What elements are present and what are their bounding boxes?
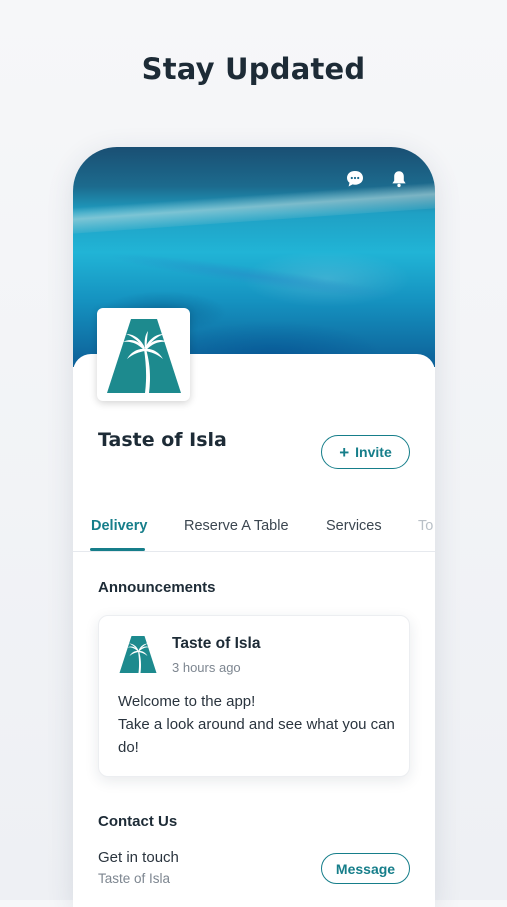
business-name: Taste of Isla (98, 429, 227, 451)
invite-label: Invite (355, 444, 392, 460)
palm-tree-logo-icon (119, 636, 157, 673)
announcements-title: Announcements (98, 579, 216, 596)
tab-services[interactable]: Services (326, 518, 382, 534)
active-tab-indicator (90, 548, 145, 551)
chat-icon[interactable] (345, 169, 365, 189)
page-headline: Stay Updated (141, 52, 366, 86)
invite-button[interactable]: + Invite (321, 435, 410, 469)
bell-icon[interactable] (389, 169, 409, 189)
post-body-line: Take a look around and see what you can … (118, 716, 395, 756)
contact-title: Contact Us (98, 813, 178, 830)
post-timestamp: 3 hours ago (172, 660, 241, 675)
palm-tree-logo-icon (106, 318, 181, 393)
announcement-card[interactable]: Taste of Isla 3 hours ago Welcome to the… (98, 615, 410, 777)
post-body-line: Welcome to the app! (118, 693, 256, 710)
tab-reserve-a-table[interactable]: Reserve A Table (184, 518, 289, 534)
tab-more[interactable]: To (418, 518, 433, 534)
contact-subtitle: Taste of Isla (98, 871, 171, 886)
post-body: Welcome to the app! Take a look around a… (118, 690, 403, 759)
author-avatar (118, 634, 158, 674)
post-author: Taste of Isla (172, 635, 261, 652)
plus-icon: + (339, 442, 350, 462)
header-icons (345, 169, 409, 189)
tab-bar: Delivery Reserve A Table Services To (73, 516, 435, 552)
business-logo (97, 308, 190, 401)
tab-delivery[interactable]: Delivery (91, 518, 147, 534)
contact-label: Get in touch (98, 849, 179, 866)
message-button[interactable]: Message (321, 853, 410, 884)
phone-screen: Taste of Isla + Invite Delivery Reserve … (73, 147, 435, 907)
